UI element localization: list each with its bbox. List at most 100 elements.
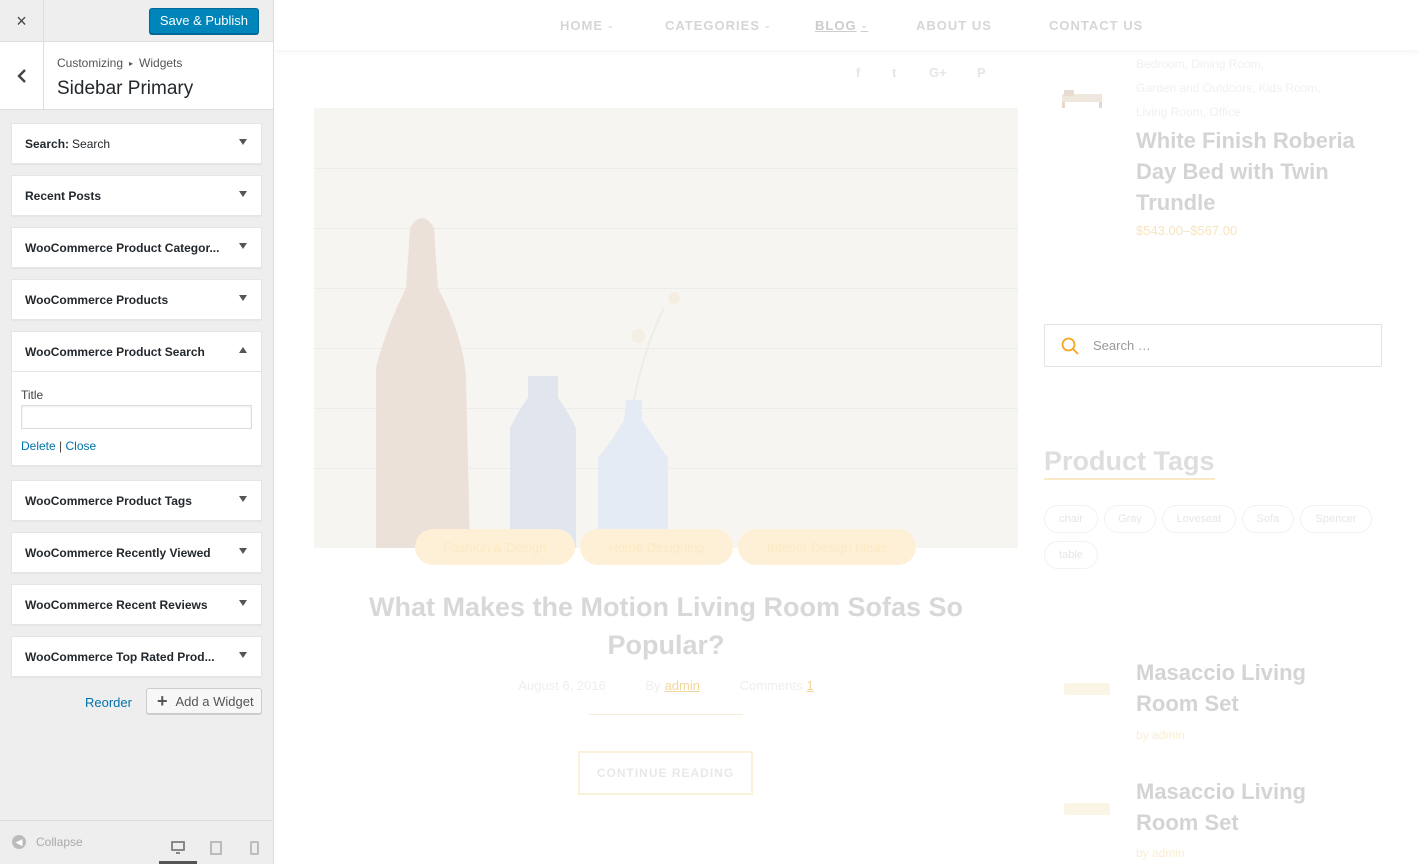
chevron-down-icon: ⌄ [607, 21, 615, 30]
product-category-line[interactable]: Bedroom, Dining Room, [1136, 52, 1346, 76]
widget-title: WooCommerce Product Search [25, 344, 205, 359]
collapse-icon: ◀ [12, 835, 26, 849]
product-category-line[interactable]: Garden and Outdoors, Kids Room, [1136, 76, 1346, 100]
delete-link[interactable]: Delete [21, 439, 56, 453]
close-icon[interactable]: × [0, 0, 44, 42]
widget-product-search[interactable]: WooCommerce Product Search Title Delete … [11, 331, 262, 466]
back-arrow-icon[interactable] [0, 42, 44, 109]
category-tag[interactable]: Interior Design Ideas [738, 529, 916, 565]
post-thumbnail[interactable] [1064, 800, 1110, 818]
side-post-author: by admin [1136, 728, 1185, 742]
section-header: Customizing ▸ Widgets Sidebar Primary [0, 42, 273, 110]
widget-recent-posts[interactable]: Recent Posts [11, 175, 262, 216]
widget-recent-reviews[interactable]: WooCommerce Recent Reviews [11, 584, 262, 625]
side-post-title-line: Room Set [1136, 691, 1239, 716]
by-label: By [645, 678, 661, 693]
widget-recently-viewed[interactable]: WooCommerce Recently Viewed [11, 532, 262, 573]
close-link[interactable]: Close [66, 439, 97, 453]
widget-top-rated-products[interactable]: WooCommerce Top Rated Prod... [11, 636, 262, 677]
expand-arrow-icon[interactable] [239, 191, 247, 197]
tag-chip[interactable]: table [1044, 541, 1098, 569]
tag-chip[interactable]: Gray [1104, 505, 1156, 533]
widget-actions: Delete | Close [21, 439, 252, 453]
pinterest-icon[interactable]: P [977, 65, 986, 80]
comments-label: Comments [739, 678, 803, 693]
widget-header[interactable]: Recent Posts [12, 176, 261, 215]
tag-chip[interactable]: chair [1044, 505, 1098, 533]
collapse-button[interactable]: ◀ Collapse [12, 835, 83, 849]
nav-categories[interactable]: CATEGORIES ⌄ [665, 18, 772, 33]
widget-header[interactable]: WooCommerce Product Search [12, 332, 261, 371]
widget-header[interactable]: Search: Search [12, 124, 261, 163]
post-title-line: Popular? [607, 630, 725, 660]
expand-arrow-icon[interactable] [239, 600, 247, 606]
search-input[interactable] [1093, 338, 1353, 353]
tag-chip[interactable]: Loveseat [1162, 505, 1236, 533]
author-link[interactable]: admin [665, 678, 700, 693]
nav-blog[interactable]: BLOG ⌄ [815, 18, 868, 33]
widget-products[interactable]: WooCommerce Products [11, 279, 262, 320]
widget-header[interactable]: WooCommerce Recent Reviews [12, 585, 261, 624]
widget-header[interactable]: WooCommerce Product Categor... [12, 228, 261, 267]
nav-label: ABOUT US [916, 18, 992, 33]
tablet-preview-button[interactable] [197, 831, 235, 864]
mobile-preview-button[interactable] [235, 831, 273, 864]
title-field[interactable] [21, 405, 252, 429]
collapse-arrow-icon[interactable] [239, 347, 247, 353]
divider [589, 714, 743, 715]
comments-count-link[interactable]: 1 [806, 678, 813, 693]
widget-header[interactable]: WooCommerce Top Rated Prod... [12, 637, 261, 676]
breadcrumb: Customizing ▸ Widgets [57, 56, 182, 70]
post-meta: August 6, 2016 By admin Comments 1 [314, 678, 1018, 693]
post-date: August 6, 2016 [518, 678, 606, 693]
post-title[interactable]: What Makes the Motion Living Room Sofas … [314, 588, 1018, 664]
save-publish-button[interactable]: Save & Publish [148, 8, 259, 34]
link-separator: | [59, 439, 63, 453]
side-post-title[interactable]: Masaccio Living Room Set [1136, 657, 1306, 719]
widget-product-tags[interactable]: WooCommerce Product Tags [11, 480, 262, 521]
widget-header[interactable]: WooCommerce Products [12, 280, 261, 319]
expand-arrow-icon[interactable] [239, 496, 247, 502]
product-search-form[interactable] [1044, 324, 1382, 367]
desktop-preview-button[interactable] [159, 831, 197, 864]
widget-title: Recent Posts [25, 188, 102, 203]
product-title[interactable]: White Finish Roberia Day Bed with Twin T… [1136, 125, 1355, 218]
tag-chip[interactable]: Spencer [1300, 505, 1372, 533]
widget-search[interactable]: Search: Search [11, 123, 262, 164]
nav-contact-us[interactable]: CONTACT US [1049, 18, 1143, 33]
add-widget-button[interactable]: + Add a Widget [146, 688, 262, 714]
widget-form: Title Delete | Close [12, 371, 261, 465]
expand-arrow-icon[interactable] [239, 243, 247, 249]
category-tag[interactable]: Home Designing [580, 529, 733, 565]
title-field-label: Title [21, 388, 44, 402]
widget-title: WooCommerce Recent Reviews [25, 597, 208, 612]
widget-header[interactable]: WooCommerce Recently Viewed [12, 533, 261, 572]
product-category-line[interactable]: Living Room, Office [1136, 100, 1346, 124]
post-thumbnail[interactable] [1064, 680, 1110, 698]
featured-image[interactable] [314, 108, 1018, 548]
facebook-icon[interactable]: f [856, 65, 860, 80]
expand-arrow-icon[interactable] [239, 139, 247, 145]
twitter-icon[interactable]: t [892, 65, 896, 80]
product-thumbnail[interactable] [1058, 86, 1106, 112]
continue-reading-button[interactable]: CONTINUE READING [578, 751, 753, 795]
nav-about-us[interactable]: ABOUT US [916, 18, 992, 33]
expand-arrow-icon[interactable] [239, 548, 247, 554]
search-icon[interactable] [1061, 337, 1079, 355]
side-post-title[interactable]: Masaccio Living Room Set [1136, 776, 1306, 838]
reorder-link[interactable]: Reorder [85, 695, 132, 710]
category-tag[interactable]: Fashion & Design [415, 529, 575, 565]
expand-arrow-icon[interactable] [239, 295, 247, 301]
widget-title: WooCommerce Top Rated Prod... [25, 649, 215, 664]
expand-arrow-icon[interactable] [239, 652, 247, 658]
widget-title: WooCommerce Products [25, 292, 169, 307]
nav-home[interactable]: HOME ⌄ [560, 18, 615, 33]
customizer-header: × Save & Publish [0, 0, 273, 42]
tag-chip[interactable]: Sofa [1242, 505, 1294, 533]
product-title-line: White Finish Roberia [1136, 128, 1355, 153]
widget-product-categories[interactable]: WooCommerce Product Categor... [11, 227, 262, 268]
chevron-down-icon: ⌄ [860, 21, 869, 30]
nav-label: HOME [560, 18, 603, 33]
widget-header[interactable]: WooCommerce Product Tags [12, 481, 261, 520]
google-plus-icon[interactable]: G+ [929, 65, 947, 80]
